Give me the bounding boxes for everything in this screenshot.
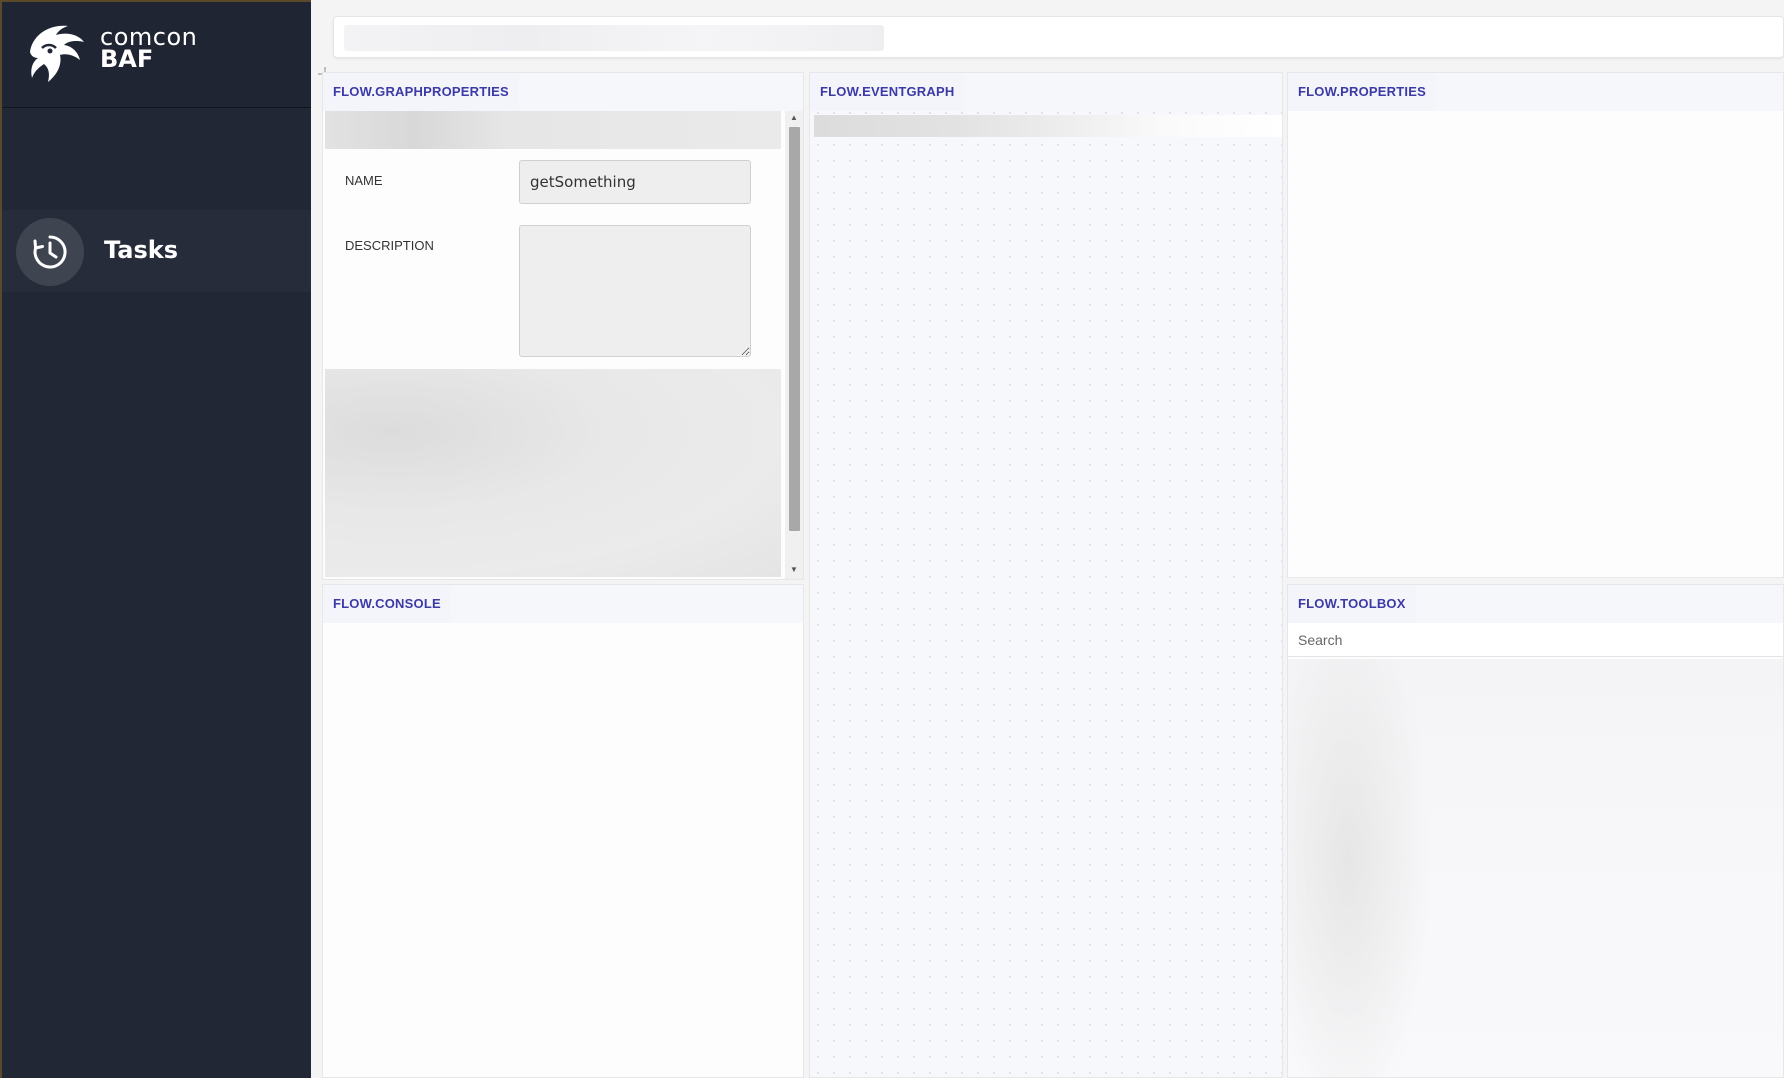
sidebar-item-tasks[interactable]: Tasks bbox=[2, 210, 311, 292]
panel-header: FLOW.EVENTGRAPH bbox=[810, 73, 1282, 111]
toolbox-search-input[interactable] bbox=[1288, 623, 1783, 657]
sidebar: comcon BAF Tasks bbox=[0, 0, 311, 1078]
graph-properties-panel: FLOW.GRAPHPROPERTIES NAME DESCRIPTION ▲ … bbox=[322, 72, 804, 580]
brand-name: comcon BAF bbox=[100, 25, 197, 73]
brand-line2: BAF bbox=[100, 45, 154, 73]
top-bar bbox=[333, 16, 1784, 58]
description-label: DESCRIPTION bbox=[345, 238, 434, 253]
panel-header: FLOW.CONSOLE bbox=[323, 585, 803, 623]
vertical-scrollbar[interactable]: ▲ ▼ bbox=[785, 111, 803, 579]
sidebar-item-label: Tasks bbox=[104, 236, 179, 264]
scroll-down-icon[interactable]: ▼ bbox=[789, 565, 799, 575]
nav-icon-circle bbox=[16, 218, 84, 286]
event-graph-panel[interactable]: FLOW.EVENTGRAPH bbox=[809, 72, 1283, 1078]
brand[interactable]: comcon BAF bbox=[2, 2, 311, 108]
tab-event-graph[interactable]: FLOW.EVENTGRAPH bbox=[810, 73, 965, 111]
loading-placeholder bbox=[325, 369, 781, 577]
name-label: NAME bbox=[345, 173, 383, 188]
clock-history-icon bbox=[33, 235, 67, 269]
panel-header: FLOW.GRAPHPROPERTIES bbox=[323, 73, 803, 111]
tab-toolbox[interactable]: FLOW.TOOLBOX bbox=[1288, 585, 1416, 623]
panel-header: FLOW.PROPERTIES bbox=[1288, 73, 1783, 111]
panel-header: FLOW.TOOLBOX bbox=[1288, 585, 1783, 623]
properties-panel: FLOW.PROPERTIES bbox=[1287, 72, 1784, 578]
scroll-up-icon[interactable]: ▲ bbox=[789, 113, 799, 123]
tab-graph-properties[interactable]: FLOW.GRAPHPROPERTIES bbox=[323, 73, 519, 111]
description-field[interactable] bbox=[519, 225, 751, 357]
tab-console[interactable]: FLOW.CONSOLE bbox=[323, 585, 451, 623]
scroll-thumb[interactable] bbox=[789, 127, 800, 531]
loading-placeholder bbox=[344, 25, 884, 51]
logo-icon bbox=[30, 25, 84, 83]
name-field[interactable] bbox=[519, 160, 751, 204]
toolbox-panel: FLOW.TOOLBOX bbox=[1287, 584, 1784, 1078]
console-panel: FLOW.CONSOLE bbox=[322, 584, 804, 1078]
loading-placeholder bbox=[814, 115, 1282, 137]
loading-placeholder bbox=[325, 111, 781, 149]
loading-placeholder bbox=[1288, 659, 1783, 1077]
tab-properties[interactable]: FLOW.PROPERTIES bbox=[1288, 73, 1436, 111]
